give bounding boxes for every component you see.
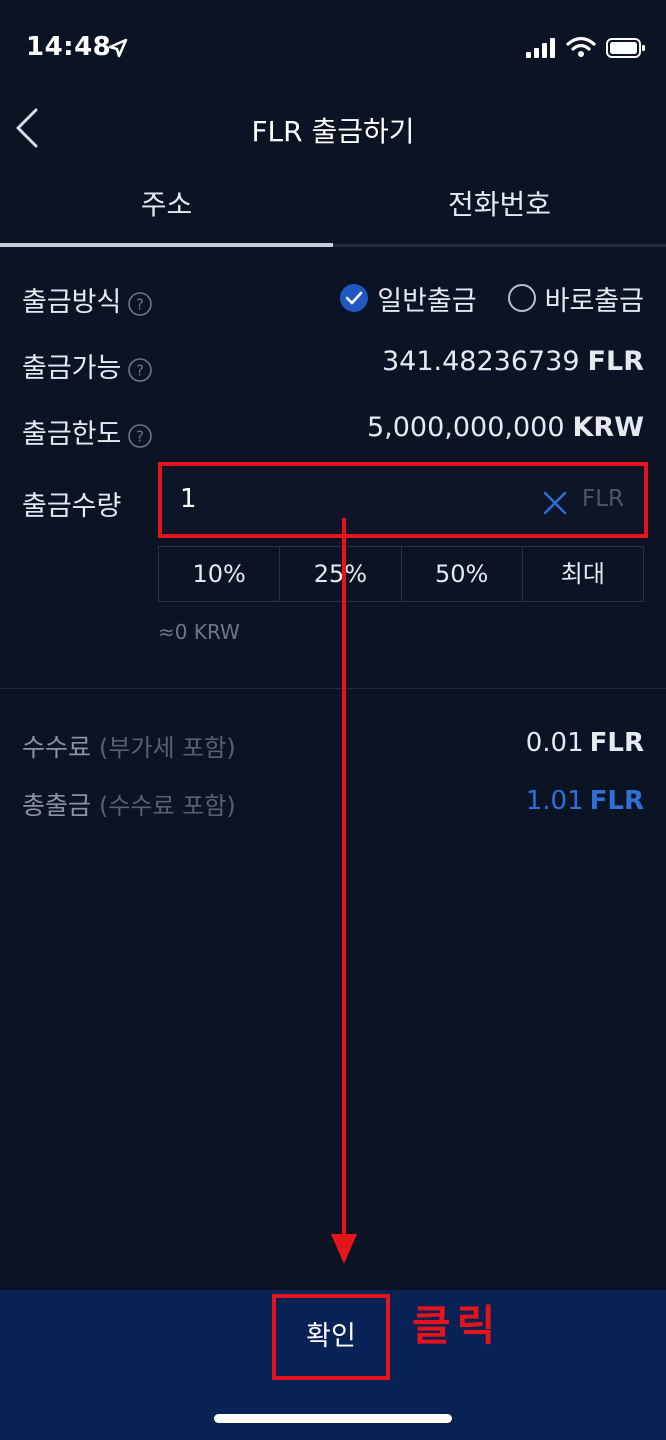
limit-amount: 5,000,000,000 [366, 412, 565, 443]
max-button[interactable]: 최대 [523, 547, 643, 601]
app-header: FLR 출금하기 [0, 96, 666, 160]
total-note: (수수료 포함) [98, 792, 236, 820]
total-amount: 1.01 [525, 786, 584, 816]
radio-instant-withdraw[interactable]: 바로출금 [507, 279, 644, 318]
withdraw-method-label: 출금방식 [22, 287, 122, 318]
cellular-signal-icon [526, 38, 555, 58]
available-label: 출금가능 [22, 353, 122, 384]
tab-phone-number[interactable]: 전화번호 [333, 172, 666, 244]
total-value: 1.01 FLR [526, 786, 644, 816]
available-unit: FLR [587, 346, 644, 377]
svg-text:?: ? [136, 361, 144, 379]
instant-withdraw-label: 바로출금 [544, 285, 644, 317]
page-title: FLR 출금하기 [251, 115, 415, 148]
withdraw-page: 14:48 FLR 출금하기 주소 전화번호 출금방식 ? 일반출금 바로출금 … [0, 0, 666, 1440]
fee-amount: 0.01 [525, 728, 584, 758]
krw-estimate: ≈0 KRW [158, 620, 240, 644]
home-indicator [214, 1414, 452, 1423]
amount-value: 1 [180, 484, 197, 514]
limit-label: 출금한도 [22, 419, 122, 450]
help-icon[interactable]: ? [127, 291, 153, 317]
tab-address[interactable]: 주소 [0, 172, 333, 244]
amount-label: 출금수량 [22, 491, 122, 522]
radio-general-withdraw[interactable]: 일반출금 [339, 279, 477, 318]
fee-row: 수수료 (부가세 포함) [22, 728, 236, 764]
quick-amount-buttons: 10% 25% 50% 최대 [158, 546, 644, 602]
total-row: 총출금 (수수료 포함) [22, 786, 236, 822]
fee-note: (부가세 포함) [98, 734, 236, 762]
withdraw-method-options: 일반출금 바로출금 [309, 279, 644, 318]
click-annotation: 클릭 [412, 1301, 502, 1350]
annotation-arrow-line [342, 518, 346, 1238]
battery-icon [606, 38, 645, 58]
clear-icon[interactable] [542, 490, 568, 516]
pct-50-button[interactable]: 50% [402, 547, 523, 601]
fee-label: 수수료 [22, 733, 92, 762]
amount-input[interactable]: 1 FLR [158, 462, 648, 538]
fee-value: 0.01 FLR [526, 728, 644, 758]
limit-unit: KRW [572, 412, 645, 443]
limit-row: 출금한도? [22, 412, 153, 451]
tab-bar: 주소 전화번호 [0, 172, 666, 247]
status-bar: 14:48 [0, 0, 666, 96]
limit-value: 5,000,000,000 KRW [367, 412, 644, 443]
location-arrow-icon [108, 38, 128, 58]
help-icon[interactable]: ? [127, 423, 153, 449]
section-divider [0, 688, 666, 689]
fee-unit: FLR [589, 728, 644, 758]
general-withdraw-label: 일반출금 [377, 285, 477, 317]
status-time: 14:48 [26, 32, 112, 62]
checked-circle-icon [340, 284, 369, 312]
total-unit: FLR [589, 786, 644, 816]
annotation-arrow-head-icon [331, 1234, 357, 1264]
help-icon[interactable]: ? [127, 357, 153, 383]
confirm-button[interactable]: 확인 [272, 1294, 390, 1380]
available-row: 출금가능? [22, 346, 153, 385]
pct-10-button[interactable]: 10% [159, 547, 281, 601]
empty-circle-icon [507, 284, 536, 312]
available-value: 341.48236739 FLR [382, 346, 644, 377]
available-amount: 341.48236739 [382, 346, 580, 377]
wifi-icon [566, 36, 596, 57]
total-label: 총출금 [22, 791, 92, 820]
svg-text:?: ? [136, 295, 144, 313]
active-tab-indicator [0, 243, 333, 247]
pct-25-button[interactable]: 25% [280, 547, 402, 601]
withdraw-method-row: 출금방식? [22, 280, 153, 319]
amount-unit: FLR [581, 486, 624, 512]
svg-text:?: ? [136, 427, 144, 445]
